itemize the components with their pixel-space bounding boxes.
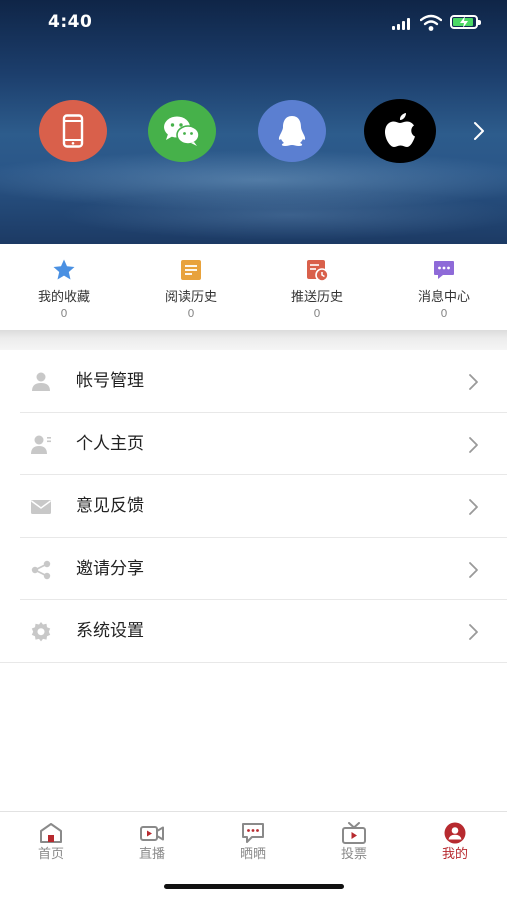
settings-menu: 帐号管理 个人主页 意见反馈 邀请分享 系统设置 [0, 350, 507, 663]
quick-action-count: 0 [313, 307, 321, 320]
chat-bubble-icon [434, 261, 454, 279]
chevron-right-icon [469, 374, 478, 390]
phone-icon [62, 114, 84, 148]
gear-icon [31, 622, 51, 642]
quick-action-count: 0 [440, 307, 448, 320]
header-haze-lower [60, 190, 507, 240]
menu-item-feedback[interactable]: 意见反馈 [0, 475, 507, 538]
menu-item-label: 意见反馈 [76, 496, 144, 516]
home-icon [40, 823, 62, 843]
tab-label: 直播 [138, 847, 165, 862]
menu-item-account[interactable]: 帐号管理 [0, 350, 507, 413]
wechat-icon [164, 116, 200, 146]
chevron-right-icon[interactable] [470, 120, 488, 142]
share-icon [31, 560, 51, 579]
menu-separator [0, 661, 507, 663]
star-icon [53, 259, 75, 280]
tab-mine[interactable]: 我的 [420, 822, 490, 864]
calendar-clock-icon [307, 260, 329, 282]
quick-action-label: 消息中心 [417, 290, 470, 305]
status-time: 4:40 [48, 12, 93, 32]
quick-action-push-history[interactable]: 推送历史 0 [257, 258, 377, 321]
chevron-right-icon [469, 499, 478, 515]
person-icon [444, 822, 466, 844]
phone-login-button[interactable] [39, 100, 107, 162]
quick-action-count: 0 [60, 307, 68, 320]
quick-action-label: 我的收藏 [37, 290, 90, 305]
chevron-right-icon [469, 436, 478, 453]
user-icon [32, 372, 50, 391]
tab-share[interactable]: 晒晒 [218, 822, 288, 864]
third-party-login-row [0, 99, 507, 166]
battery-icon [450, 15, 481, 29]
wifi-icon [420, 14, 442, 31]
menu-item-label: 帐号管理 [76, 371, 144, 391]
menu-item-label: 个人主页 [76, 433, 144, 454]
chevron-right-icon [469, 561, 478, 578]
home-indicator [164, 884, 344, 889]
tab-home[interactable]: 首页 [16, 822, 86, 864]
quick-action-message-center[interactable]: 消息中心 0 [384, 258, 504, 321]
chevron-right-icon [469, 624, 478, 640]
tab-label: 投票 [340, 847, 367, 862]
tab-label: 我的 [441, 847, 468, 862]
menu-item-label: 系统设置 [76, 621, 144, 641]
status-bar: 4:40 [0, 0, 507, 46]
wechat-login-button[interactable] [148, 100, 216, 162]
quick-action-label: 推送历史 [290, 290, 343, 305]
quick-action-count: 0 [187, 307, 195, 320]
tab-live[interactable]: 直播 [117, 822, 187, 864]
menu-item-system-settings[interactable]: 系统设置 [0, 600, 507, 663]
qq-icon [278, 116, 306, 146]
tab-vote[interactable]: 投票 [319, 822, 389, 864]
quick-actions: 我的收藏 0 阅读历史 0 推送历史 0 消息中心 0 [0, 244, 507, 330]
menu-item-invite-share[interactable]: 邀请分享 [0, 538, 507, 600]
document-icon [181, 260, 201, 280]
apple-login-button[interactable] [364, 99, 436, 163]
video-camera-icon [140, 826, 164, 841]
tab-label: 晒晒 [239, 847, 266, 862]
chat-icon [242, 823, 264, 843]
menu-item-label: 邀请分享 [76, 558, 144, 579]
tab-label: 首页 [37, 847, 64, 862]
apple-icon [385, 113, 415, 147]
profile-icon [31, 435, 51, 454]
section-divider [0, 330, 507, 350]
tv-icon [342, 822, 366, 844]
menu-item-homepage[interactable]: 个人主页 [0, 413, 507, 475]
qq-login-button[interactable] [258, 100, 326, 162]
mail-icon [31, 500, 51, 514]
quick-action-reading-history[interactable]: 阅读历史 0 [131, 258, 251, 321]
quick-action-favorites[interactable]: 我的收藏 0 [4, 258, 124, 321]
quick-action-label: 阅读历史 [164, 290, 217, 305]
profile-header: 4:40 [0, 0, 507, 244]
signal-icon [392, 18, 412, 30]
